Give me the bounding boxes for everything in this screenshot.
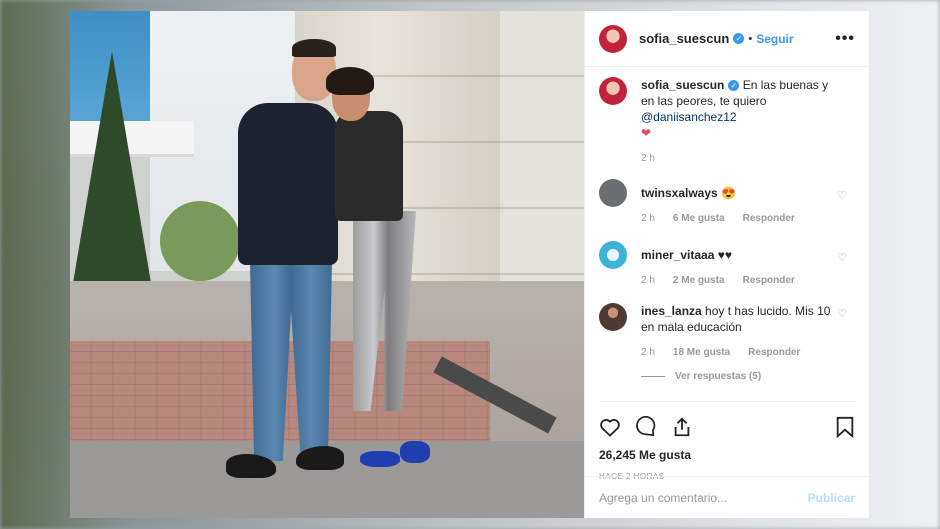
comment-username[interactable]: miner_vitaaa (641, 248, 714, 262)
photo-woman-heel-right (400, 441, 430, 463)
comment-time[interactable]: 2 h (641, 273, 655, 289)
follow-button[interactable]: Seguir (756, 32, 793, 46)
commenter-avatar[interactable] (599, 303, 627, 331)
reply-button[interactable]: Responder (743, 273, 795, 289)
comment-body: twinsxalways 😍 2 h 6 Me gusta Responder (641, 179, 855, 227)
post-header: sofia_suescun ✓ • Seguir ••• (585, 11, 869, 67)
caption-meta: 2 h (641, 151, 835, 167)
verified-badge-icon: ✓ (728, 80, 740, 92)
photo-woman-top (335, 111, 403, 221)
comment-row: twinsxalways 😍 2 h 6 Me gusta Responder … (599, 179, 855, 227)
comment-bubble-icon[interactable] (635, 416, 657, 438)
caption-row: sofia_suescun ✓ En las buenas y en las pe… (599, 77, 855, 167)
caption-time[interactable]: 2 h (641, 151, 655, 167)
action-icons (599, 414, 855, 440)
comment-meta: 2 h 6 Me gusta Responder (641, 211, 835, 227)
view-replies-label: Ver respuestas (5) (675, 371, 762, 382)
caption-username[interactable]: sofia_suescun (641, 78, 724, 92)
comment-username[interactable]: twinsxalways (641, 186, 718, 200)
photo-tree (70, 51, 154, 301)
like-comment-heart-icon[interactable]: ♡ (837, 251, 847, 264)
comment-text: 😍 (721, 186, 737, 200)
comments-list: sofia_suescun ✓ En las buenas y en las pe… (599, 77, 855, 382)
comment-username[interactable]: ines_lanza (641, 304, 702, 318)
comment-body: ines_lanza hoy t has lucido. Mis 10 en m… (641, 303, 855, 361)
like-heart-icon[interactable] (599, 417, 621, 437)
comment-meta: 2 h 2 Me gusta Responder (641, 273, 835, 289)
photo-bush (160, 201, 240, 281)
photo-woman-heel-left (360, 451, 400, 467)
reply-button[interactable]: Responder (743, 211, 795, 227)
caption-avatar[interactable] (599, 77, 627, 105)
post-photo[interactable] (70, 11, 584, 518)
comment-time[interactable]: 2 h (641, 345, 655, 361)
reply-button[interactable]: Responder (748, 345, 800, 361)
photo-man-shirt (238, 103, 338, 265)
heart-emoji-icon: ❤ (641, 126, 652, 140)
comment-body: miner_vitaaa ♥♥ 2 h 2 Me gusta Responder (641, 241, 855, 289)
view-replies-link[interactable]: Ver respuestas (5) (641, 371, 855, 382)
comment-input[interactable] (599, 490, 808, 505)
post-sidebar: sofia_suescun ✓ • Seguir ••• sofia_suesc… (584, 11, 869, 518)
like-comment-heart-icon[interactable]: ♡ (837, 189, 847, 202)
caption-body: sofia_suescun ✓ En las buenas y en las pe… (641, 77, 855, 167)
author-avatar[interactable] (599, 24, 627, 53)
comment-likes[interactable]: 6 Me gusta (673, 211, 725, 227)
photo-man-hair (292, 39, 336, 57)
publish-button[interactable]: Publicar (808, 491, 855, 505)
add-comment-bar: Publicar (585, 476, 869, 518)
comment-time[interactable]: 2 h (641, 211, 655, 227)
comment-text: ♥♥ (717, 248, 732, 262)
caption-mention[interactable]: @daniisanchez12 (641, 110, 737, 124)
likes-count[interactable]: 26,245 Me gusta (599, 448, 855, 462)
like-comment-heart-icon[interactable]: ♡ (837, 307, 847, 320)
separator-dot: • (748, 32, 753, 45)
more-options-icon[interactable]: ••• (835, 30, 855, 48)
instagram-post-modal: sofia_suescun ✓ • Seguir ••• sofia_suesc… (70, 11, 869, 518)
save-bookmark-icon[interactable] (835, 416, 855, 438)
comment-row: miner_vitaaa ♥♥ 2 h 2 Me gusta Responder… (599, 241, 855, 289)
commenter-avatar[interactable] (599, 179, 627, 207)
verified-badge-icon: ✓ (733, 33, 745, 44)
replies-line (641, 376, 665, 377)
commenter-avatar[interactable] (599, 241, 627, 269)
share-upload-icon[interactable] (671, 416, 693, 438)
comment-likes[interactable]: 2 Me gusta (673, 273, 725, 289)
photo-woman-hair (326, 67, 374, 95)
comment-meta: 2 h 18 Me gusta Responder (641, 345, 835, 361)
comment-likes[interactable]: 18 Me gusta (673, 345, 730, 361)
photo-man-shoe-right (296, 446, 344, 470)
comment-row: ines_lanza hoy t has lucido. Mis 10 en m… (599, 303, 855, 361)
author-username[interactable]: sofia_suescun (639, 31, 729, 46)
post-actions: 26,245 Me gusta HACE 2 HORAS (599, 401, 855, 481)
